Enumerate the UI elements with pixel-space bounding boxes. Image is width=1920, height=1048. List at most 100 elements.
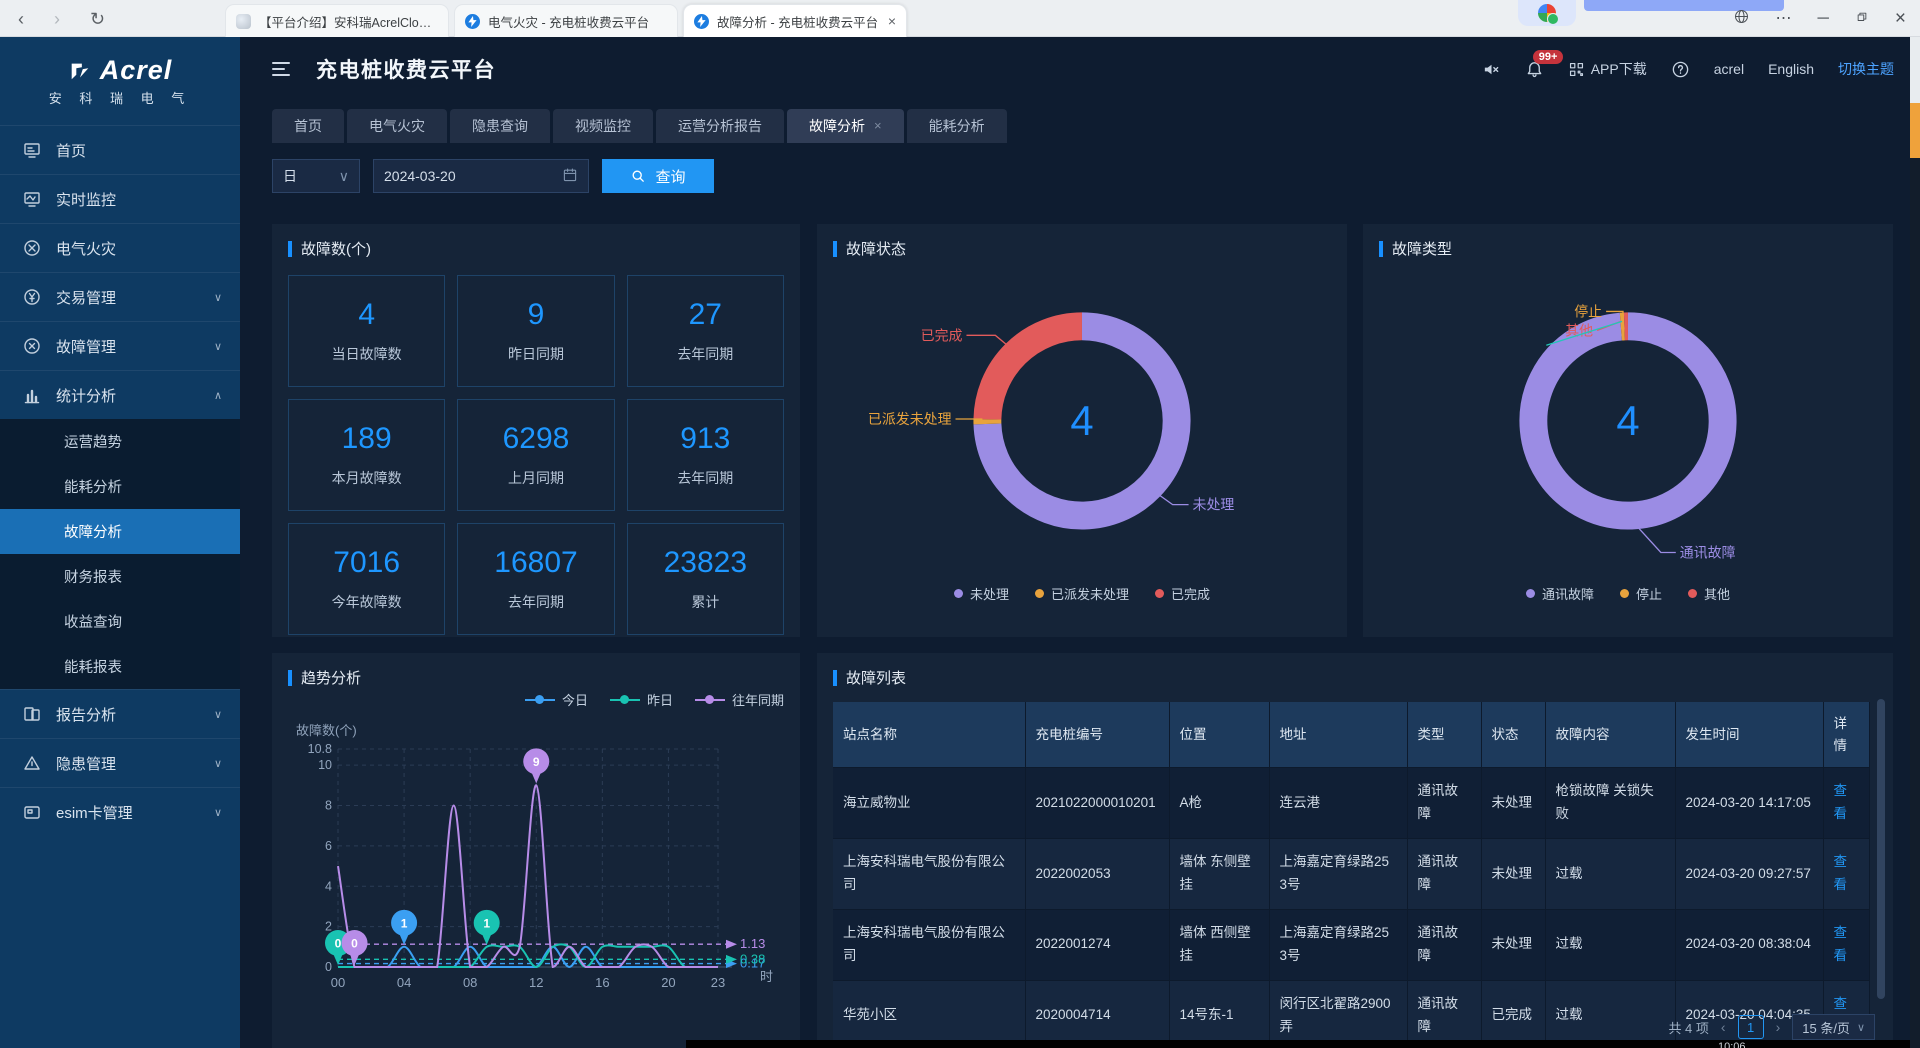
legend-item[interactable]: 已完成 bbox=[1155, 584, 1210, 603]
globe-icon[interactable] bbox=[1733, 8, 1750, 29]
sidebar-subitem[interactable]: 运营趋势 bbox=[0, 419, 240, 464]
balloon-value: 0 bbox=[335, 937, 342, 951]
workspace-tab[interactable]: 首页 bbox=[272, 109, 344, 143]
stat-cards: 4当日故障数9昨日同期27去年同期189本月故障数6298上月同期913去年同期… bbox=[288, 275, 784, 635]
table-row: 海立威物业2021022000010201A枪连云港通讯故障未处理枪锁故障 关锁… bbox=[833, 768, 1869, 839]
sidebar-item[interactable]: 隐患管理∨ bbox=[0, 738, 240, 787]
legend-item[interactable]: 停止 bbox=[1620, 584, 1662, 603]
date-input[interactable]: 2024-03-20 bbox=[373, 159, 589, 193]
scrollbar-top-segment bbox=[1910, 37, 1920, 103]
callout-label: 已完成 bbox=[921, 327, 963, 343]
cell-content: 枪锁故障 关锁失败 bbox=[1545, 768, 1675, 839]
table-scrollbar[interactable] bbox=[1877, 699, 1885, 999]
restore-icon[interactable] bbox=[1855, 10, 1869, 28]
period-select[interactable]: 日∨ bbox=[272, 159, 360, 193]
y-tick-label: 8 bbox=[325, 799, 332, 813]
workspace-tab[interactable]: 电气火灾 bbox=[347, 109, 447, 143]
sidebar-item[interactable]: 电气火灾 bbox=[0, 223, 240, 272]
cell-position: 墙体 西侧壁挂 bbox=[1169, 909, 1269, 980]
legend-dot bbox=[1155, 589, 1164, 598]
sidebar-item[interactable]: 实时监控 bbox=[0, 174, 240, 223]
sidebar-subitem[interactable]: 能耗分析 bbox=[0, 464, 240, 509]
browser-tab[interactable]: 故障分析 - 充电桩收费云平台× bbox=[683, 4, 907, 37]
sidebar-item[interactable]: 报告分析∨ bbox=[0, 689, 240, 738]
legend-marker bbox=[695, 695, 725, 704]
sidebar-subitem[interactable]: 能耗报表 bbox=[0, 644, 240, 689]
page-scrollbar[interactable] bbox=[1910, 37, 1920, 1048]
workspace-tab[interactable]: 隐患查询 bbox=[450, 109, 550, 143]
cell-pile-id: 2022001274 bbox=[1025, 909, 1169, 980]
browser-tab[interactable]: 【平台介绍】安科瑞AcrelCloud-9 bbox=[225, 4, 449, 37]
donut-center-value: 4 bbox=[1070, 397, 1093, 444]
prev-page-icon[interactable]: ‹ bbox=[1721, 1019, 1726, 1035]
legend-item[interactable]: 往年同期 bbox=[695, 690, 784, 709]
legend-item[interactable]: 通讯故障 bbox=[1526, 584, 1594, 603]
username[interactable]: acrel bbox=[1714, 61, 1744, 77]
trend-legend: 今日 昨日 往年同期 bbox=[288, 690, 784, 709]
legend-item[interactable]: 已派发未处理 bbox=[1035, 584, 1129, 603]
sidebar-item-label: 故障管理 bbox=[56, 336, 116, 357]
sidebar-subitem[interactable]: 收益查询 bbox=[0, 599, 240, 644]
stat-value: 913 bbox=[680, 422, 730, 456]
chevron-up-icon: ∧ bbox=[214, 389, 222, 402]
workspace-tab[interactable]: 故障分析× bbox=[787, 109, 904, 143]
tab-close-icon[interactable]: × bbox=[888, 13, 896, 29]
restore-icon bbox=[1855, 10, 1869, 24]
chevron-down-icon: ∨ bbox=[214, 291, 222, 304]
fault-type-legend: 通讯故障 停止 其他 bbox=[1379, 584, 1877, 603]
legend-item[interactable]: 昨日 bbox=[610, 690, 673, 709]
stat-value: 9 bbox=[528, 298, 545, 332]
collapse-sidebar-icon[interactable] bbox=[272, 62, 294, 76]
sidebar-subitem[interactable]: 故障分析 bbox=[0, 509, 240, 554]
app-download-button[interactable]: APP下载 bbox=[1568, 59, 1647, 79]
sidebar-item-label: 报告分析 bbox=[56, 704, 116, 725]
cell-status: 未处理 bbox=[1481, 909, 1545, 980]
legend-item[interactable]: 未处理 bbox=[954, 584, 1009, 603]
minimize-icon[interactable]: ─ bbox=[1818, 11, 1829, 27]
sidebar-item[interactable]: 首页 bbox=[0, 125, 240, 174]
next-page-icon[interactable]: › bbox=[1776, 1019, 1781, 1035]
sidebar-item[interactable]: esim卡管理∨ bbox=[0, 787, 240, 836]
browser-tab[interactable]: 电气火灾 - 充电桩收费云平台 bbox=[454, 4, 678, 37]
monitor-icon bbox=[22, 189, 42, 209]
workspace-tab[interactable]: 视频监控 bbox=[553, 109, 653, 143]
view-detail-link[interactable]: 查看 bbox=[1834, 925, 1848, 963]
browser-extension-icon[interactable] bbox=[1518, 0, 1576, 26]
current-page[interactable]: 1 bbox=[1738, 1015, 1764, 1039]
sidebar-subitem[interactable]: 财务报表 bbox=[0, 554, 240, 599]
stat-value: 189 bbox=[342, 422, 392, 456]
calendar-icon bbox=[562, 167, 578, 183]
trend-series-line[interactable] bbox=[338, 785, 718, 967]
reload-icon[interactable]: ↻ bbox=[90, 10, 105, 28]
workspace-tab[interactable]: 运营分析报告 bbox=[656, 109, 784, 143]
trend-line-chart[interactable]: 故障数(个)024681010.800040812162023时0.170.38… bbox=[288, 709, 784, 1011]
fault-status-donut-chart[interactable]: 4已完成已派发未处理未处理 bbox=[833, 259, 1331, 577]
forward-icon[interactable]: › bbox=[54, 10, 60, 28]
legend-item[interactable]: 其他 bbox=[1688, 584, 1730, 603]
x-tick-label: 08 bbox=[463, 975, 477, 990]
theme-switch-link[interactable]: 切换主题 bbox=[1838, 59, 1894, 79]
sidebar-item[interactable]: 统计分析∧ bbox=[0, 370, 240, 419]
page-size-select[interactable]: 15 条/页 ∨ bbox=[1792, 1014, 1875, 1040]
home-icon bbox=[22, 140, 42, 160]
notifications-button[interactable]: 99+ bbox=[1525, 60, 1544, 79]
view-detail-link[interactable]: 查看 bbox=[1834, 783, 1848, 821]
language-switch[interactable]: English bbox=[1768, 61, 1814, 77]
help-icon[interactable] bbox=[1671, 60, 1690, 79]
column-header: 详情 bbox=[1823, 702, 1869, 768]
view-detail-link[interactable]: 查看 bbox=[1834, 854, 1848, 892]
workspace-tab[interactable]: 能耗分析 bbox=[907, 109, 1007, 143]
x-tick-label: 16 bbox=[595, 975, 609, 990]
sidebar-item[interactable]: 故障管理∨ bbox=[0, 321, 240, 370]
back-icon[interactable]: ‹ bbox=[18, 10, 24, 28]
legend-item[interactable]: 今日 bbox=[525, 690, 588, 709]
fault-table: 站点名称充电桩编号位置地址类型状态故障内容发生时间详情海立威物业20210220… bbox=[833, 702, 1870, 1048]
mute-icon[interactable] bbox=[1482, 60, 1501, 79]
fault-type-donut-chart[interactable]: 4停止其他通讯故障 bbox=[1379, 259, 1877, 577]
tab-close-icon[interactable]: × bbox=[874, 109, 882, 143]
browser-menu-icon[interactable]: ⋯ bbox=[1776, 11, 1792, 27]
close-icon[interactable]: × bbox=[1895, 9, 1906, 28]
search-button[interactable]: 查询 bbox=[602, 159, 714, 193]
stat-card: 4当日故障数 bbox=[288, 275, 445, 387]
sidebar-item[interactable]: 交易管理∨ bbox=[0, 272, 240, 321]
